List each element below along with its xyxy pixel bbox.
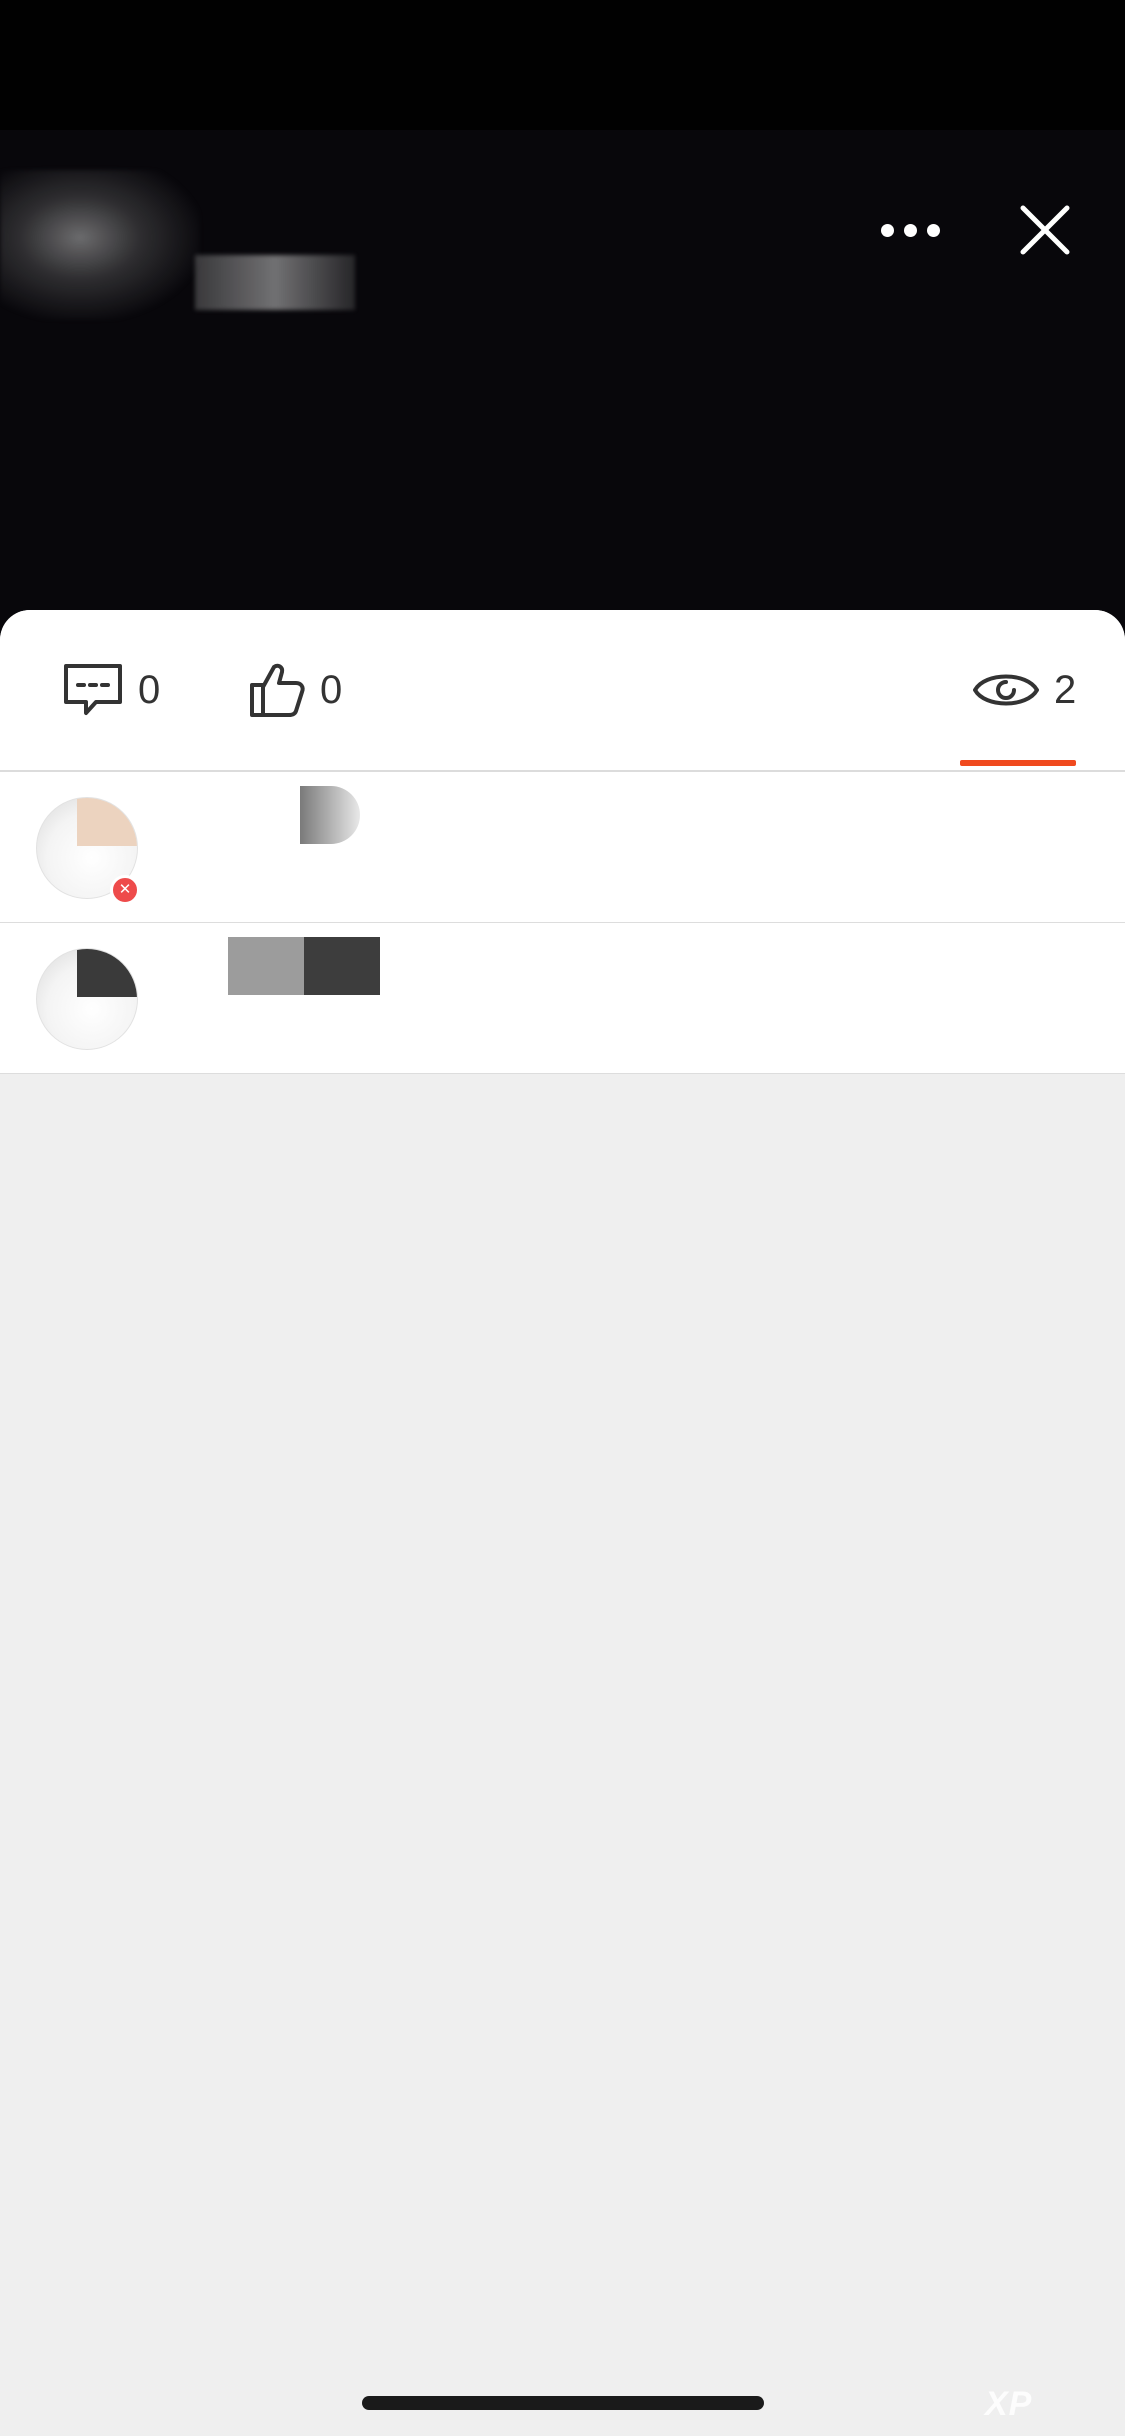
active-tab-indicator [960,760,1076,766]
more-horizontal-icon [903,223,917,237]
tab-views[interactable]: 2 [972,655,1076,725]
views-count: 2 [1054,667,1077,712]
home-indicator[interactable] [362,2396,764,2410]
watermark-logo: XP [985,2385,1033,2423]
viewers-list: ✕ [0,772,1125,1074]
media-top-band [0,0,1125,130]
blurred-content [0,170,200,320]
list-item[interactable]: ✕ [0,772,1125,923]
tab-comments[interactable]: 0 [62,655,160,725]
badge-icon: ✕ [110,875,140,905]
blurred-content [195,255,355,310]
username-redacted [150,937,380,995]
comment-icon [64,664,122,715]
eye-icon [973,674,1039,706]
more-horizontal-icon [926,223,940,237]
avatar-image [77,798,137,846]
avatar-image [77,949,137,997]
more-horizontal-icon [880,223,894,237]
activity-sheet: 0 0 2 ✕ [0,610,1125,2436]
tab-likes[interactable]: 0 [248,655,342,725]
likes-count: 0 [320,667,343,712]
screen: 0 0 2 ✕ XP [0,0,1125,2436]
story-media[interactable] [0,0,1125,640]
comments-count: 0 [138,667,161,712]
username-redacted [150,786,360,844]
thumbs-up-icon [250,663,305,717]
close-button[interactable] [1015,200,1075,260]
activity-tabbar: 0 0 2 [0,610,1125,772]
list-item[interactable] [0,923,1125,1074]
close-icon [1020,205,1070,255]
more-button[interactable] [870,205,950,255]
avatar[interactable] [36,948,138,1050]
